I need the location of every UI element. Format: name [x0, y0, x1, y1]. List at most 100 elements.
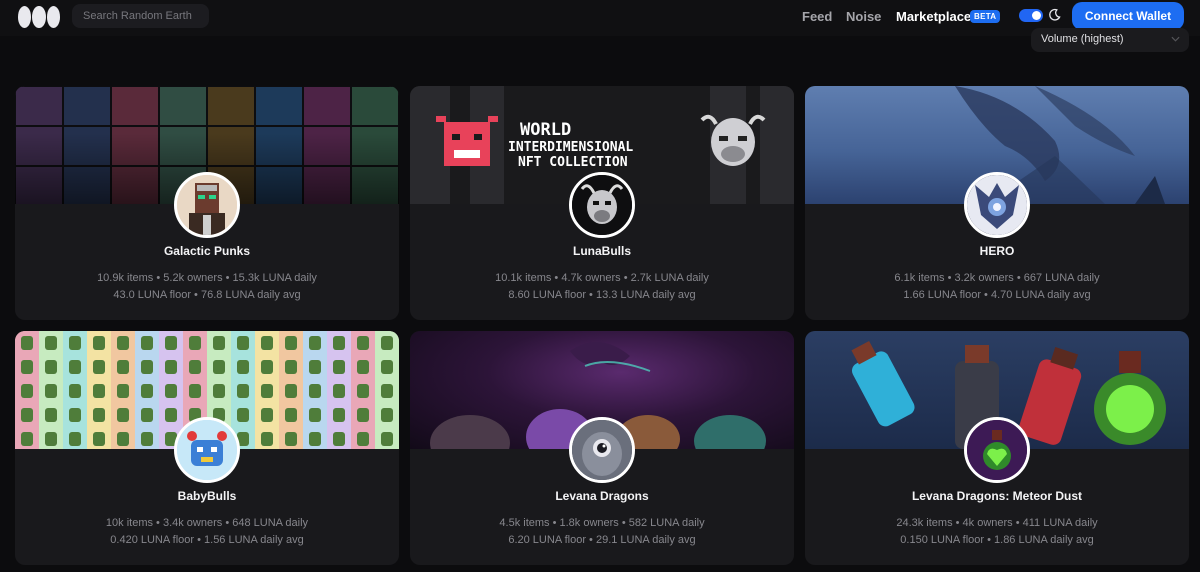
connect-wallet-button[interactable]: Connect Wallet — [1072, 2, 1184, 30]
babybull-figure — [213, 360, 225, 374]
babybull-tile — [15, 403, 39, 427]
babybull-tile — [375, 403, 399, 427]
babybull-tile — [39, 355, 63, 379]
babybull-tile — [351, 355, 375, 379]
babybull-tile — [111, 355, 135, 379]
collection-card-hero[interactable]: HERO 6.1k items • 3.2k owners • 667 LUNA… — [805, 86, 1189, 320]
babybull-figure — [45, 432, 57, 446]
babybull-tile — [303, 403, 327, 427]
babybull-tile — [207, 379, 231, 403]
collection-floor: 1.66 LUNA floor • 4.70 LUNA daily avg — [903, 289, 1091, 301]
babybull-tile — [87, 427, 111, 449]
babybull-tile — [327, 331, 351, 355]
collection-name: LunaBulls — [572, 244, 631, 258]
babybull-figure — [309, 360, 321, 374]
collection-name: Levana Dragons: Meteor Dust — [911, 489, 1083, 503]
search-input[interactable] — [72, 4, 209, 28]
babybull-figure — [93, 360, 105, 374]
collection-card-levana-dragons[interactable]: Levana Dragons 4.5k items • 1.8k owners … — [410, 331, 794, 565]
collection-card-lunabulls[interactable]: WORLD INTERDIMENSIONAL NFT COLLECTION Lu… — [410, 86, 794, 320]
banner-text-world: WORLD — [520, 120, 571, 140]
beta-badge: BETA — [970, 10, 1001, 23]
babybull-tile — [15, 379, 39, 403]
collection-avatar — [964, 417, 1030, 483]
babybull-tile — [207, 355, 231, 379]
collection-name: HERO — [979, 244, 1015, 258]
nav-noise-link[interactable]: Noise — [846, 9, 881, 24]
babybull-figure — [165, 408, 177, 422]
babybull-tile — [375, 331, 399, 355]
babybull-tile — [279, 403, 303, 427]
collection-card-meteor-dust[interactable]: Levana Dragons: Meteor Dust 24.3k items … — [805, 331, 1189, 565]
babybull-tile — [327, 403, 351, 427]
babybull-tile — [279, 427, 303, 449]
babybull-tile — [63, 331, 87, 355]
babybull-figure — [117, 432, 129, 446]
top-navigation-bar: Feed Noise Marketplace BETA Connect Wall… — [0, 0, 1200, 36]
babybull-tile — [159, 331, 183, 355]
babybull-figure — [357, 384, 369, 398]
babybull-tile — [159, 403, 183, 427]
babybull-figure — [285, 432, 297, 446]
babybull-tile — [87, 379, 111, 403]
babybull-figure — [189, 384, 201, 398]
collection-avatar — [174, 417, 240, 483]
babybull-figure — [237, 336, 249, 350]
sort-select[interactable]: Volume (highest) — [1031, 28, 1189, 52]
babybull-figure — [381, 336, 393, 350]
collection-card-babybulls[interactable]: BabyBulls 10k items • 3.4k owners • 648 … — [15, 331, 399, 565]
babybull-tile — [303, 355, 327, 379]
babybull-tile — [111, 427, 135, 449]
babybull-figure — [165, 384, 177, 398]
babybull-figure — [357, 336, 369, 350]
collection-name: Galactic Punks — [163, 244, 251, 258]
babybull-tile — [231, 379, 255, 403]
collection-avatar — [174, 172, 240, 238]
random-earth-logo[interactable] — [18, 5, 60, 29]
babybull-figure — [69, 408, 81, 422]
babybull-tile — [15, 427, 39, 449]
babybull-figure — [357, 408, 369, 422]
babybull-figure — [189, 336, 201, 350]
collection-card-galactic-punks[interactable]: Galactic Punks 10.9k items • 5.2k owners… — [15, 86, 399, 320]
babybull-tile — [135, 427, 159, 449]
babybull-tile — [135, 403, 159, 427]
babybull-tile — [255, 355, 279, 379]
collection-avatar — [569, 417, 635, 483]
babybull-figure — [285, 360, 297, 374]
nav-feed-link[interactable]: Feed — [802, 9, 832, 24]
babybull-figure — [357, 432, 369, 446]
babybull-tile — [39, 379, 63, 403]
babybull-figure — [93, 336, 105, 350]
babybull-figure — [237, 384, 249, 398]
babybull-tile — [255, 379, 279, 403]
nav-marketplace-link[interactable]: Marketplace — [896, 9, 971, 24]
babybull-figure — [117, 360, 129, 374]
collection-floor: 6.20 LUNA floor • 29.1 LUNA daily avg — [508, 534, 696, 546]
babybull-tile — [159, 355, 183, 379]
babybull-tile — [39, 331, 63, 355]
babybull-tile — [351, 403, 375, 427]
babybull-figure — [333, 432, 345, 446]
babybull-figure — [333, 408, 345, 422]
babybull-figure — [333, 360, 345, 374]
babybull-figure — [141, 384, 153, 398]
collection-floor: 43.0 LUNA floor • 76.8 LUNA daily avg — [113, 289, 301, 301]
babybull-figure — [69, 432, 81, 446]
babybull-tile — [255, 331, 279, 355]
babybull-figure — [45, 384, 57, 398]
theme-toggle[interactable] — [1019, 9, 1043, 22]
babybull-figure — [285, 336, 297, 350]
moon-icon — [1049, 8, 1061, 21]
collection-avatar — [964, 172, 1030, 238]
babybull-figure — [21, 432, 33, 446]
babybull-figure — [45, 408, 57, 422]
collection-stats: 4.5k items • 1.8k owners • 582 LUNA dail… — [499, 517, 705, 529]
collection-avatar — [569, 172, 635, 238]
babybull-figure — [333, 336, 345, 350]
babybull-tile — [111, 331, 135, 355]
babybull-tile — [15, 355, 39, 379]
banner-text-collection: NFT COLLECTION — [518, 155, 628, 170]
babybull-figure — [357, 360, 369, 374]
babybull-tile — [375, 379, 399, 403]
